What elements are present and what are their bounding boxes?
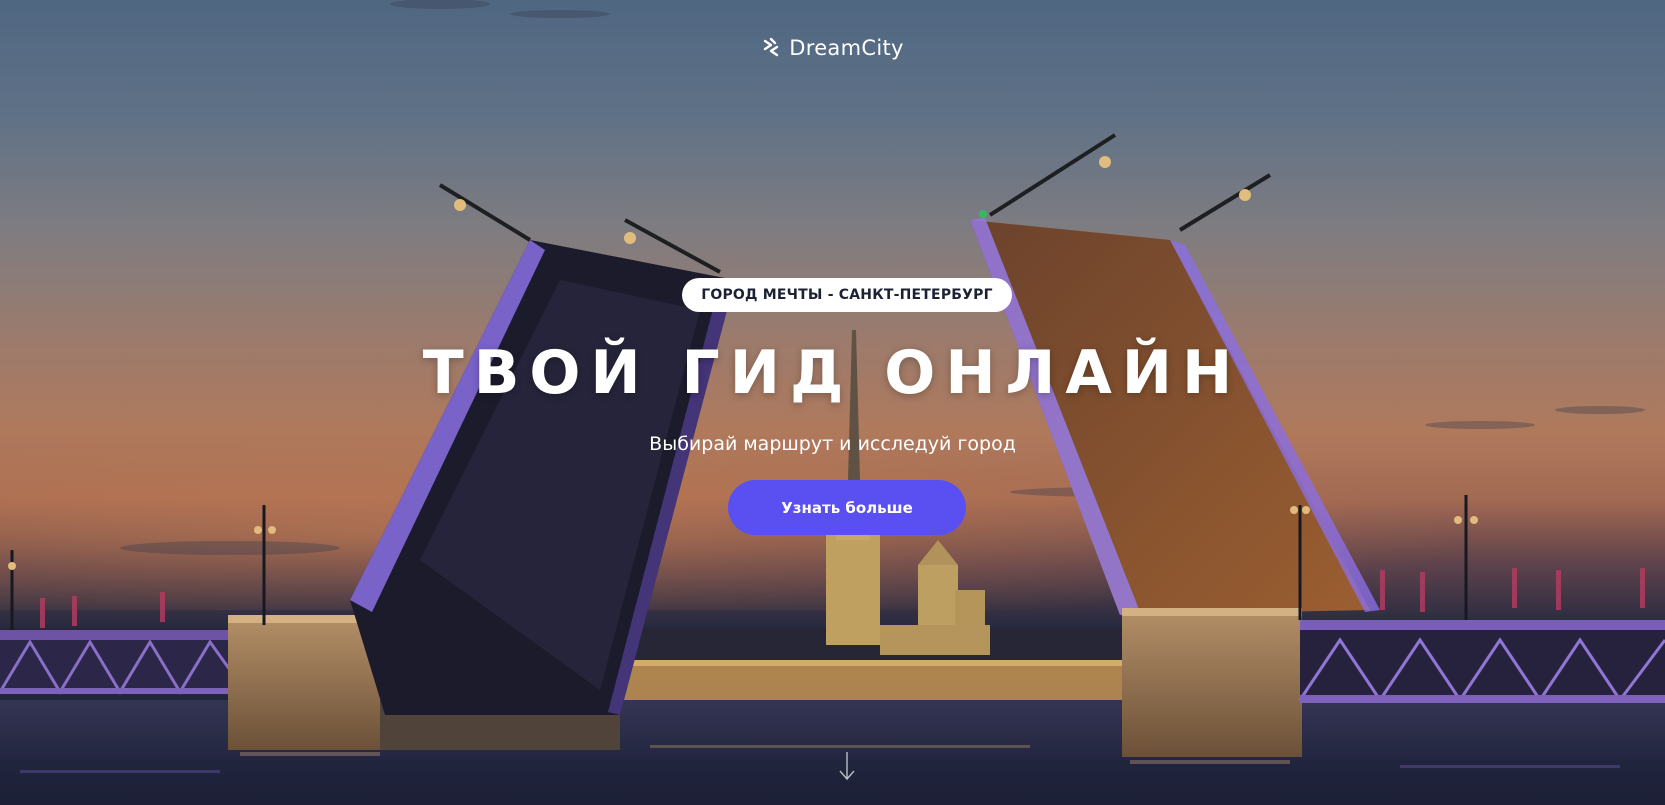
brand-logo[interactable]: DreamCity	[0, 36, 1665, 60]
arrow-down-icon[interactable]	[837, 750, 857, 782]
hero-title: ТВОЙ ГИД ОНЛАЙН	[422, 338, 1243, 408]
brand-name: DreamCity	[789, 36, 904, 60]
dreamcity-logo-icon	[764, 37, 779, 57]
learn-more-button[interactable]: Узнать больше	[728, 480, 966, 535]
hero-subtitle: Выбирай маршрут и исследуй город	[649, 433, 1016, 455]
hero-badge: ГОРОД МЕЧТЫ - САНКТ-ПЕТЕРБУРГ	[682, 278, 1012, 312]
hero-badge-text: ГОРОД МЕЧТЫ - САНКТ-ПЕТЕРБУРГ	[701, 287, 993, 303]
hero-section: DreamCity ГОРОД МЕЧТЫ - САНКТ-ПЕТЕРБУРГ …	[0, 0, 1665, 805]
